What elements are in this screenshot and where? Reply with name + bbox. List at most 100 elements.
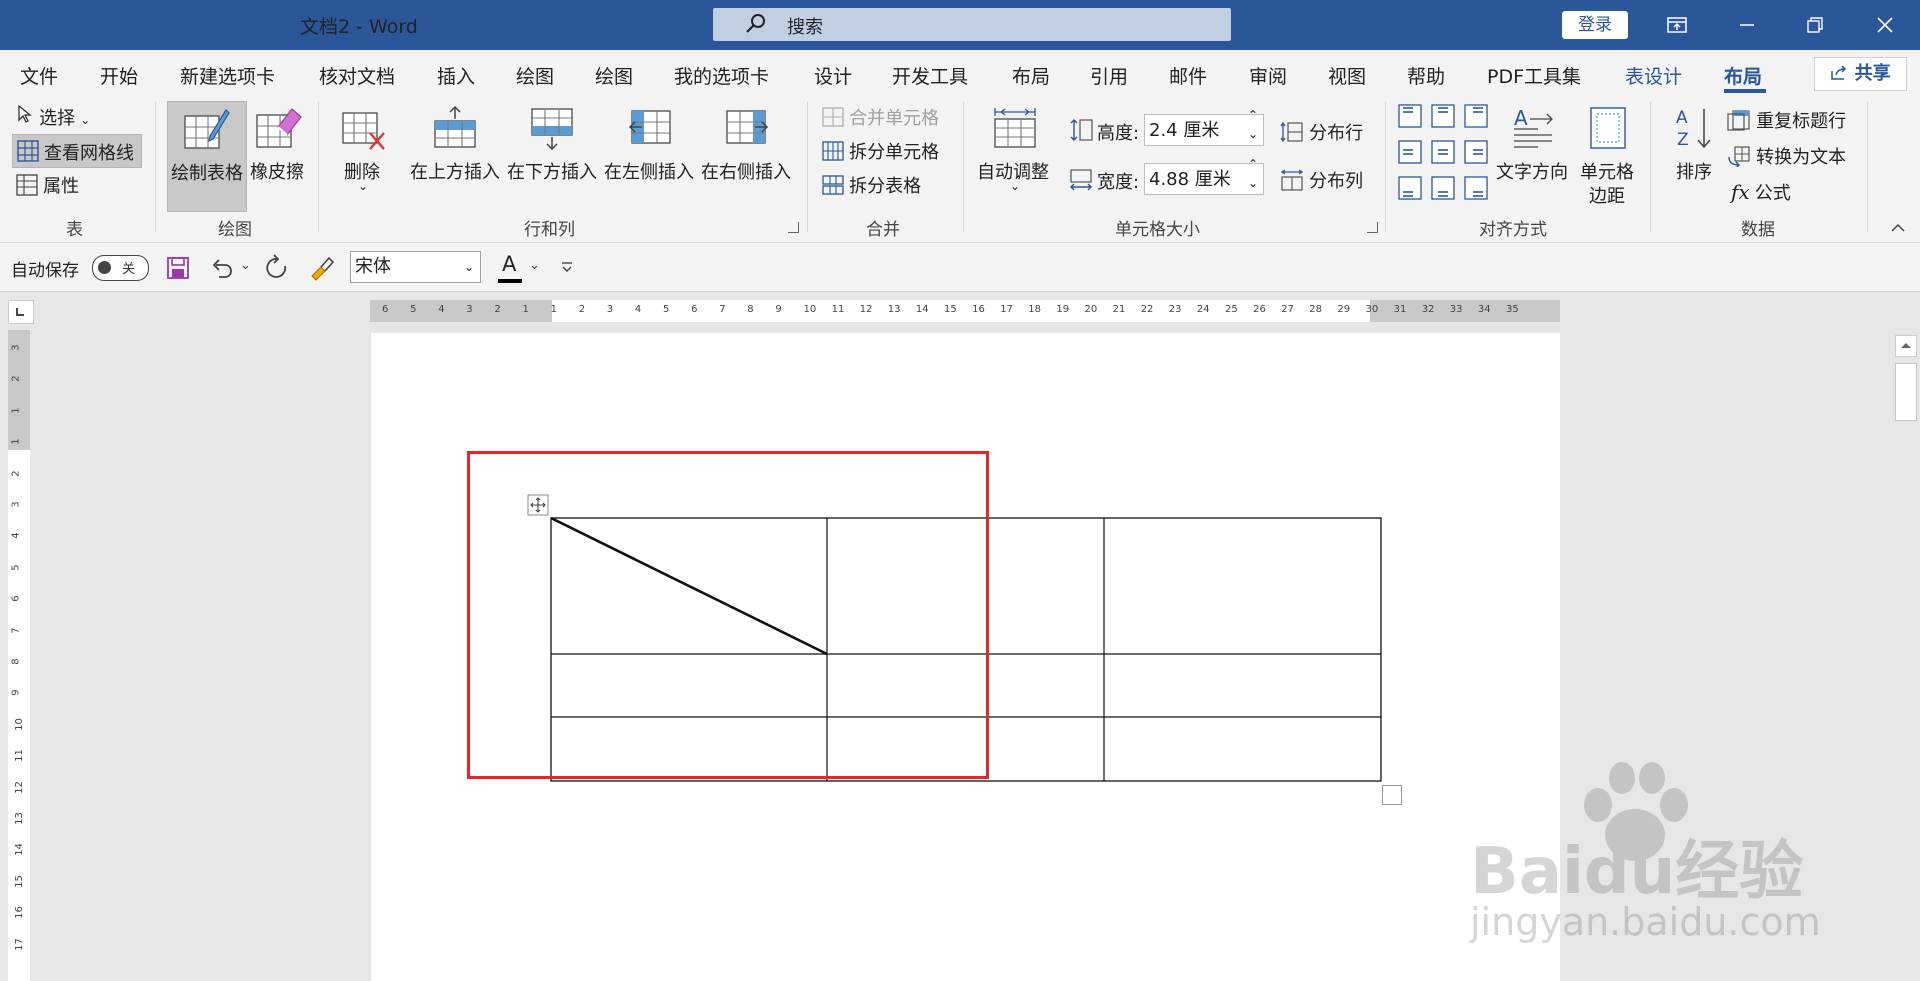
insert-left-button[interactable]: 在左侧插入 <box>604 101 696 201</box>
insert-above-button[interactable]: 在上方插入 <box>410 101 502 201</box>
tab-table-design[interactable]: 表设计 <box>1625 62 1682 89</box>
minimize-button[interactable] <box>1724 10 1770 40</box>
cell-margins-button[interactable]: 单元格 边距 <box>1578 101 1638 207</box>
ruler-tick-label: 3 <box>466 304 473 315</box>
distribute-columns-button[interactable]: 分布列 <box>1280 167 1363 193</box>
text-direction-button[interactable]: A 文字方向 <box>1496 101 1572 201</box>
font-color-button[interactable]: A <box>498 252 526 284</box>
tab-review-doc[interactable]: 核对文档 <box>319 62 395 89</box>
close-button[interactable] <box>1862 10 1908 40</box>
sort-button[interactable]: AZ 排序 <box>1668 101 1722 201</box>
column-width-input[interactable]: 4.88 厘米 ⌃ ⌄ <box>1144 157 1264 195</box>
select-button[interactable]: 选择 ⌄ <box>16 104 90 130</box>
tab-view[interactable]: 视图 <box>1328 62 1366 89</box>
table-resize-handle[interactable] <box>1382 785 1402 805</box>
convert-to-text-button[interactable]: 转换为文本 <box>1727 143 1846 169</box>
formula-button[interactable]: fx 公式 <box>1731 179 1791 205</box>
ribbon-display-options-button[interactable] <box>1654 10 1700 40</box>
repeat-header-rows-button[interactable]: 重复标题行 <box>1727 107 1846 133</box>
ruler-tick-label: 4 <box>634 304 642 315</box>
ruler-tick-label: 28 <box>1309 304 1323 315</box>
tab-design[interactable]: 设计 <box>814 62 852 89</box>
insert-right-icon <box>726 110 769 144</box>
align-cell-icon[interactable] <box>1431 176 1455 200</box>
customize-qat-icon[interactable] <box>560 260 574 274</box>
font-color-dropdown-icon[interactable]: ⌄ <box>529 258 540 273</box>
align-cell-icon[interactable] <box>1398 140 1422 164</box>
rows-columns-launcher-icon[interactable] <box>788 222 799 233</box>
font-name-select[interactable]: 宋体 ⌄ <box>350 251 481 283</box>
insert-below-icon <box>531 108 573 151</box>
ruler-tick-label: 1 <box>550 304 557 315</box>
cell-size-launcher-icon[interactable] <box>1367 222 1378 233</box>
spin-up-icon[interactable]: ⌃ <box>1248 157 1258 171</box>
split-cells-button[interactable]: 拆分单元格 <box>822 138 939 164</box>
properties-button[interactable]: 属性 <box>16 172 79 198</box>
ruler-tick-label: 13 <box>887 304 901 315</box>
restore-button[interactable] <box>1792 10 1838 40</box>
align-cell-icon[interactable] <box>1464 140 1488 164</box>
align-cell-icon[interactable] <box>1431 140 1455 164</box>
ruler-tick-label: 34 <box>1477 304 1491 315</box>
split-table-button[interactable]: 拆分表格 <box>822 172 921 198</box>
tab-draw-1[interactable]: 绘图 <box>516 62 554 89</box>
group-label-data: 数据 <box>1741 220 1775 240</box>
tab-insert[interactable]: 插入 <box>437 62 475 89</box>
ruler-tick-label: 8 <box>10 658 22 665</box>
svg-text:Z: Z <box>1677 130 1689 150</box>
spin-up-icon[interactable]: ⌃ <box>1248 108 1258 122</box>
tab-selector[interactable] <box>8 300 34 324</box>
tab-table-layout[interactable]: 布局 <box>1724 62 1762 89</box>
tab-help[interactable]: 帮助 <box>1407 62 1445 89</box>
align-cell-icon[interactable] <box>1431 104 1455 128</box>
spin-down-icon[interactable]: ⌄ <box>1248 127 1258 141</box>
align-cell-icon[interactable] <box>1464 104 1488 128</box>
tab-developer[interactable]: 开发工具 <box>892 62 968 89</box>
insert-left-label: 在左侧插入 <box>604 162 694 183</box>
align-cell-icon[interactable] <box>1464 176 1488 200</box>
autofit-button[interactable]: 自动调整 ⌄ <box>972 101 1058 201</box>
format-painter-icon[interactable] <box>307 254 335 282</box>
save-icon[interactable] <box>166 256 190 280</box>
tab-new-tab[interactable]: 新建选项卡 <box>180 62 275 89</box>
font-color-icon: A <box>502 252 517 276</box>
share-button[interactable]: 共享 <box>1814 57 1907 91</box>
eraser-button[interactable]: 橡皮擦 <box>248 101 308 210</box>
delete-button[interactable]: 删除 ⌄ <box>336 101 392 201</box>
ruler-tick-label: 3 <box>10 344 22 351</box>
align-cell-icon[interactable] <box>1398 104 1422 128</box>
undo-dropdown-icon[interactable]: ⌄ <box>240 258 251 273</box>
draw-table-button[interactable]: 绘制表格 <box>167 101 247 212</box>
tab-references[interactable]: 引用 <box>1090 62 1128 89</box>
tab-pdf-tools[interactable]: PDF工具集 <box>1487 62 1581 89</box>
row-height-input[interactable]: 2.4 厘米 ⌃ ⌄ <box>1144 108 1264 146</box>
vertical-scrollbar[interactable] <box>1893 333 1920 981</box>
scrollbar-thumb[interactable] <box>1895 363 1917 421</box>
view-gridlines-button[interactable]: 查看网格线 <box>12 134 142 168</box>
ruler-tick-label: 29 <box>1337 304 1351 315</box>
distribute-rows-button[interactable]: 分布行 <box>1280 119 1363 145</box>
spin-down-icon[interactable]: ⌄ <box>1248 176 1258 190</box>
align-cell-icon[interactable] <box>1398 176 1422 200</box>
cell-margins-label-line2: 边距 <box>1589 186 1625 207</box>
tab-draw-2[interactable]: 绘图 <box>595 62 633 89</box>
undo-icon[interactable] <box>209 256 235 280</box>
scroll-up-button[interactable] <box>1895 335 1917 357</box>
insert-below-button[interactable]: 在下方插入 <box>507 101 599 201</box>
autosave-toggle[interactable]: 关 <box>92 255 149 281</box>
ruler-numbers: 3 2 1 1 2 3 4 5 6 7 8 9 10 11 12 13 14 15 16 17 <box>8 330 30 981</box>
tab-layout[interactable]: 布局 <box>1012 62 1050 89</box>
ruler-tick-label: 5 <box>663 304 670 315</box>
tab-file[interactable]: 文件 <box>20 62 58 89</box>
horizontal-ruler[interactable]: 6 5 4 3 2 1 1 2 3 4 5 6 7 8 9 10 11 12 13 14 15 16 17 18 19 20 21 2… <box>370 300 1560 322</box>
insert-right-button[interactable]: 在右侧插入 <box>701 101 793 201</box>
vertical-ruler[interactable]: 3 2 1 1 2 3 4 5 6 7 8 9 10 11 12 13 14 15 16 17 <box>8 330 30 981</box>
tab-my-tab[interactable]: 我的选项卡 <box>674 62 769 89</box>
redo-icon[interactable] <box>265 254 291 282</box>
tab-home[interactable]: 开始 <box>100 62 138 89</box>
tab-mailings[interactable]: 邮件 <box>1169 62 1207 89</box>
ruler-tick-label: 1 <box>10 407 22 414</box>
tab-review[interactable]: 审阅 <box>1249 62 1287 89</box>
collapse-ribbon-icon[interactable] <box>1890 222 1906 234</box>
login-button[interactable]: 登录 <box>1562 11 1628 39</box>
